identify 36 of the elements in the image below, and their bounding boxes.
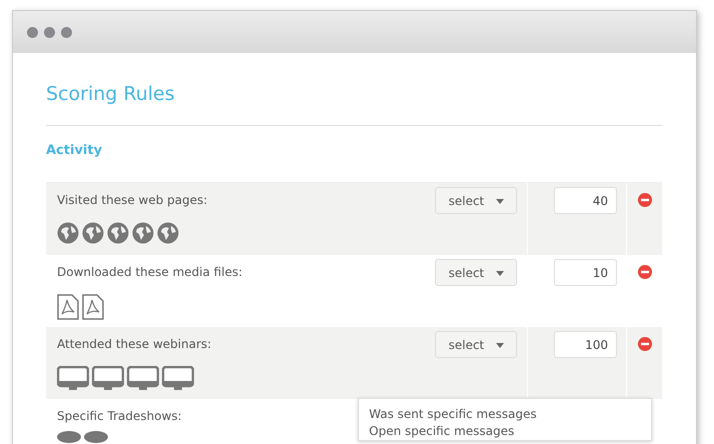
globe-icon bbox=[107, 222, 129, 244]
globe-icon bbox=[57, 222, 79, 244]
globe-icon bbox=[82, 222, 104, 244]
document-icon bbox=[82, 294, 104, 320]
monitor-icon bbox=[127, 366, 159, 392]
monitor-icon bbox=[57, 366, 89, 392]
section-heading: Activity bbox=[46, 142, 104, 160]
caret-icon bbox=[496, 342, 504, 348]
menu-item[interactable]: Was sent specific messages bbox=[369, 406, 641, 423]
rule-label: Downloaded these media files: bbox=[57, 265, 242, 279]
window-control-icon[interactable] bbox=[44, 26, 55, 38]
score-field[interactable]: 10 bbox=[554, 259, 618, 286]
document-icon bbox=[57, 294, 79, 320]
rule-label: Attended these webinars: bbox=[57, 337, 212, 351]
select-dropdown[interactable]: select bbox=[435, 331, 518, 358]
monitor-icon bbox=[92, 366, 124, 392]
menu-item[interactable]: Open specific messages bbox=[369, 423, 641, 440]
remove-icon[interactable] bbox=[638, 337, 652, 351]
select-dropdown[interactable]: select bbox=[435, 259, 518, 286]
window-control-icon[interactable] bbox=[27, 26, 38, 38]
remove-icon[interactable] bbox=[638, 193, 652, 207]
remove-icon[interactable] bbox=[638, 265, 652, 279]
window-control-icon[interactable] bbox=[61, 26, 72, 38]
score-field[interactable]: 100 bbox=[554, 331, 618, 358]
rule-label: Specific Tradeshows: bbox=[57, 409, 182, 423]
monitor-icon bbox=[162, 366, 194, 392]
select-dropdown[interactable]: select bbox=[435, 187, 518, 214]
caret-icon bbox=[496, 198, 504, 204]
globe-icon bbox=[157, 222, 179, 244]
page-title: Scoring Rules bbox=[46, 82, 176, 107]
rule-label: Visited these web pages: bbox=[57, 193, 208, 207]
oval-icon bbox=[84, 431, 108, 443]
caret-icon bbox=[496, 270, 504, 276]
globe-icon bbox=[132, 222, 154, 244]
score-field[interactable]: 40 bbox=[554, 187, 618, 214]
oval-icon bbox=[57, 431, 81, 443]
